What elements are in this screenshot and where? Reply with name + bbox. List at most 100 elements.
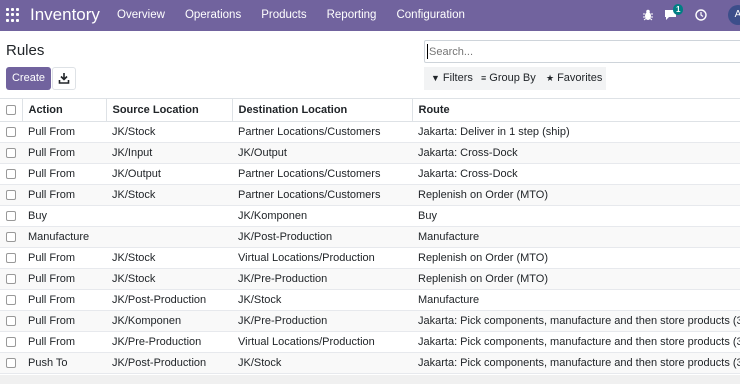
cell-source-location[interactable]: JK/Stock [106, 121, 232, 143]
table-row[interactable]: Manufacture JK/Post-Production Manufacture [0, 226, 740, 248]
select-all-checkbox[interactable] [6, 105, 16, 116]
row-checkbox[interactable] [6, 169, 16, 180]
cell-source-location[interactable]: JK/Pre-Production [106, 331, 232, 353]
row-checkbox-cell[interactable] [0, 205, 22, 227]
cell-action[interactable]: Pull From [22, 163, 106, 185]
row-checkbox-cell[interactable] [0, 163, 22, 185]
group-by-button[interactable]: ≡ Group By [481, 67, 536, 90]
table-row[interactable]: Pull From JK/Stock Partner Locations/Custo… [0, 184, 740, 206]
cell-destination-location[interactable]: JK/Stock [232, 352, 412, 374]
create-button[interactable]: Create [6, 67, 51, 90]
cell-destination-location[interactable]: JK/Pre-Production [232, 310, 412, 332]
cell-action[interactable]: Pull From [22, 331, 106, 353]
cell-route[interactable]: Jakarta: Cross-Dock [412, 142, 740, 164]
search-input[interactable] [424, 40, 740, 63]
row-checkbox[interactable] [6, 148, 16, 159]
menu-reporting[interactable]: Reporting [317, 0, 387, 31]
cell-source-location[interactable]: JK/Post-Production [106, 352, 232, 374]
cell-action[interactable]: Pull From [22, 121, 106, 143]
row-checkbox-cell[interactable] [0, 142, 22, 164]
cell-source-location[interactable]: JK/Komponen [106, 310, 232, 332]
row-checkbox-cell[interactable] [0, 331, 22, 353]
row-checkbox[interactable] [6, 358, 16, 369]
cell-source-location[interactable]: JK/Input [106, 142, 232, 164]
row-checkbox[interactable] [6, 190, 16, 201]
cell-action[interactable]: Pull From [22, 247, 106, 269]
cell-source-location[interactable]: JK/Stock [106, 247, 232, 269]
cell-source-location[interactable]: JK/Output [106, 163, 232, 185]
row-checkbox[interactable] [6, 127, 16, 138]
cell-route[interactable]: Manufacture [412, 226, 740, 248]
filters-button[interactable]: ▼ Filters [431, 67, 473, 90]
cell-action[interactable]: Pull From [22, 142, 106, 164]
row-checkbox[interactable] [6, 274, 16, 285]
cell-route[interactable]: Jakarta: Pick components, manufacture an… [412, 352, 740, 374]
cell-action[interactable]: Pull From [22, 184, 106, 206]
cell-destination-location[interactable]: Virtual Locations/Production [232, 247, 412, 269]
row-checkbox[interactable] [6, 232, 16, 243]
table-row[interactable]: Pull From JK/Komponen JK/Pre-Production Jak… [0, 310, 740, 332]
menu-overview[interactable]: Overview [107, 0, 175, 31]
row-checkbox[interactable] [6, 295, 16, 306]
row-checkbox[interactable] [6, 337, 16, 348]
clock-icon[interactable] [695, 9, 707, 21]
row-checkbox-cell[interactable] [0, 247, 22, 269]
cell-source-location[interactable]: JK/Stock [106, 268, 232, 290]
user-avatar[interactable]: A [728, 5, 740, 25]
cell-destination-location[interactable]: Partner Locations/Customers [232, 184, 412, 206]
cell-route[interactable]: Jakarta: Pick components, manufacture an… [412, 331, 740, 353]
column-header-route[interactable]: Route [411, 98, 740, 122]
cell-destination-location[interactable]: JK/Pre-Production [232, 268, 412, 290]
download-button[interactable] [52, 67, 76, 90]
row-checkbox-cell[interactable] [0, 121, 22, 143]
cell-source-location[interactable] [106, 226, 232, 248]
cell-destination-location[interactable]: Partner Locations/Customers [232, 163, 412, 185]
row-checkbox-cell[interactable] [0, 268, 22, 290]
cell-source-location[interactable] [106, 205, 232, 227]
row-checkbox[interactable] [6, 253, 16, 264]
favorites-button[interactable]: ★ Favorites [546, 67, 602, 90]
cell-destination-location[interactable]: JK/Post-Production [232, 226, 412, 248]
app-name[interactable]: Inventory [30, 5, 100, 25]
table-row[interactable]: Pull From JK/Stock JK/Pre-Production Replen… [0, 268, 740, 290]
table-row[interactable]: Push To JK/Post-Production JK/Stock Jakarta… [0, 352, 740, 374]
table-row[interactable]: Buy JK/Komponen Buy [0, 205, 740, 227]
cell-source-location[interactable]: JK/Post-Production [106, 289, 232, 311]
row-checkbox[interactable] [6, 211, 16, 222]
cell-destination-location[interactable]: JK/Output [232, 142, 412, 164]
cell-route[interactable]: Jakarta: Pick components, manufacture an… [412, 310, 740, 332]
table-row[interactable]: Pull From JK/Stock Partner Locations/Custo… [0, 121, 740, 143]
cell-route[interactable]: Replenish on Order (MTO) [412, 247, 740, 269]
table-row[interactable]: Pull From JK/Input JK/Output Jakarta: Cross… [0, 142, 740, 164]
cell-source-location[interactable]: JK/Stock [106, 184, 232, 206]
row-checkbox-cell[interactable] [0, 352, 22, 374]
menu-operations[interactable]: Operations [175, 0, 251, 31]
cell-action[interactable]: Buy [22, 205, 106, 227]
cell-destination-location[interactable]: Partner Locations/Customers [232, 121, 412, 143]
table-row[interactable]: Pull From JK/Pre-Production Virtual Locati… [0, 331, 740, 353]
column-header-source-location[interactable]: Source Location [105, 98, 232, 122]
cell-action[interactable]: Push To [22, 352, 106, 374]
row-checkbox-cell[interactable] [0, 310, 22, 332]
cell-route[interactable]: Jakarta: Deliver in 1 step (ship) [412, 121, 740, 143]
cell-action[interactable]: Pull From [22, 289, 106, 311]
table-row[interactable]: Pull From JK/Output Partner Locations/Cust… [0, 163, 740, 185]
row-checkbox-cell[interactable] [0, 226, 22, 248]
cell-action[interactable]: Manufacture [22, 226, 106, 248]
cell-route[interactable]: Jakarta: Cross-Dock [412, 163, 740, 185]
column-header-action[interactable]: Action [21, 98, 106, 122]
row-checkbox[interactable] [6, 316, 16, 327]
row-checkbox-cell[interactable] [0, 184, 22, 206]
cell-route[interactable]: Replenish on Order (MTO) [412, 268, 740, 290]
bug-icon[interactable] [642, 9, 654, 21]
cell-route[interactable]: Manufacture [412, 289, 740, 311]
menu-products[interactable]: Products [251, 0, 316, 31]
cell-route[interactable]: Buy [412, 205, 740, 227]
apps-grid-icon[interactable] [6, 8, 20, 22]
cell-action[interactable]: Pull From [22, 310, 106, 332]
row-checkbox-cell[interactable] [0, 289, 22, 311]
column-header-destination-location[interactable]: Destination Location [231, 98, 412, 122]
cell-route[interactable]: Replenish on Order (MTO) [412, 184, 740, 206]
cell-destination-location[interactable]: JK/Komponen [232, 205, 412, 227]
table-row[interactable]: Pull From JK/Stock Virtual Locations/Produ… [0, 247, 740, 269]
